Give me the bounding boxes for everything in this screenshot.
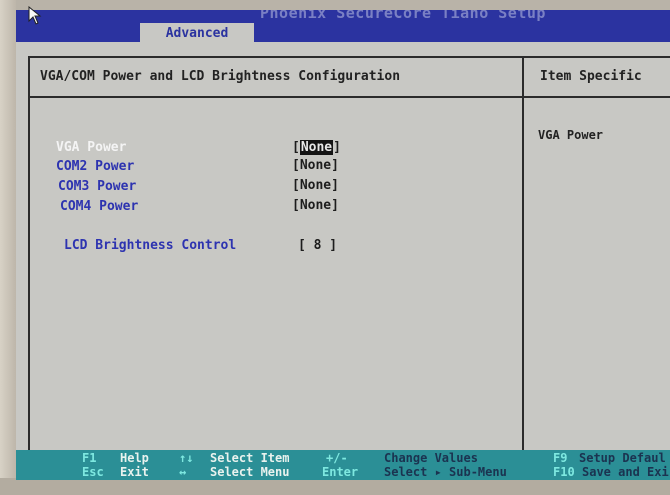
enter-desc: Select ▸ Sub-Menu xyxy=(384,465,507,479)
esc-key: Esc xyxy=(82,465,104,479)
main-panel: VGA/COM Power and LCD Brightness Configu… xyxy=(28,56,522,456)
help-panel-title: Item Specific xyxy=(524,58,670,98)
plusminus-desc: Change Values xyxy=(384,451,478,465)
mouse-cursor-icon xyxy=(28,6,42,25)
lcd-brightness-value[interactable]: [ 8 ] xyxy=(298,238,337,253)
plusminus-key: +/- xyxy=(326,451,348,465)
f9-key: F9 xyxy=(553,451,568,465)
updown-desc: Select Item xyxy=(210,451,290,465)
leftright-arrows-icon: ↔ xyxy=(179,465,187,479)
title-bar: Phoenix SecureCore Tiano Setup xyxy=(16,10,670,42)
vga-power-label[interactable]: VGA Power xyxy=(56,140,126,155)
leftright-desc: Select Menu xyxy=(210,465,290,479)
monitor-bezel-bottom xyxy=(0,478,670,495)
f9-desc: Setup Defaul xyxy=(579,451,666,465)
updown-arrows-icon: ↑↓ xyxy=(179,451,194,465)
vga-power-value[interactable]: [None] xyxy=(292,140,341,155)
com3-power-value[interactable]: [None] xyxy=(292,178,339,193)
help-panel: Item Specific VGA Power xyxy=(522,56,670,456)
f10-desc: Save and Exi xyxy=(582,465,669,479)
com3-power-label[interactable]: COM3 Power xyxy=(58,179,136,194)
f10-key: F10 xyxy=(553,465,575,479)
f1-desc: Help xyxy=(120,451,149,465)
bios-title: Phoenix SecureCore Tiano Setup xyxy=(260,10,546,22)
esc-desc: Exit xyxy=(120,465,149,479)
com4-power-label[interactable]: COM4 Power xyxy=(60,199,138,214)
key-legend-bar: F1 Help Esc Exit ↑↓ Select Item ↔ Select… xyxy=(16,450,670,480)
tab-advanced[interactable]: Advanced xyxy=(140,23,254,44)
com2-power-value[interactable]: [None] xyxy=(292,158,339,173)
f1-key: F1 xyxy=(82,451,97,465)
com4-power-value[interactable]: [None] xyxy=(292,198,339,213)
vga-power-selected-value[interactable]: None xyxy=(299,140,334,155)
page-title: VGA/COM Power and LCD Brightness Configu… xyxy=(30,58,522,98)
monitor-bezel-left xyxy=(0,0,16,495)
enter-key: Enter xyxy=(322,465,359,479)
help-text: VGA Power xyxy=(538,128,604,142)
bios-screen: Phoenix SecureCore Tiano Setup Advanced … xyxy=(16,10,670,480)
com2-power-label[interactable]: COM2 Power xyxy=(56,159,134,174)
lcd-brightness-label[interactable]: LCD Brightness Control xyxy=(64,238,236,253)
